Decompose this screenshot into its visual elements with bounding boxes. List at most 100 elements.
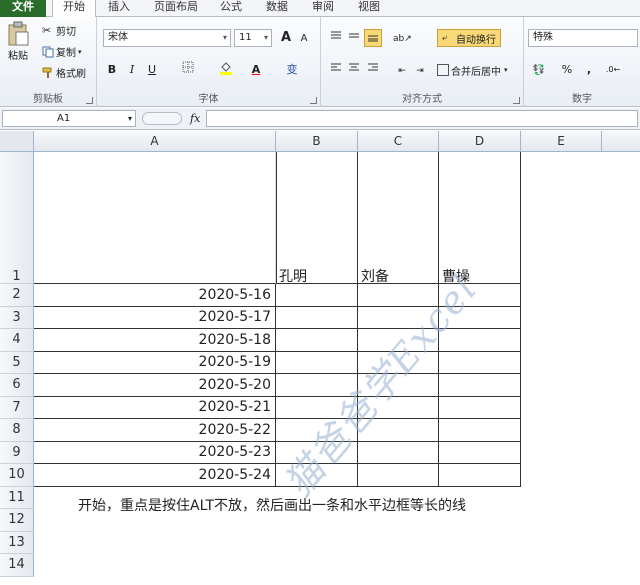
formula-bar-resize-handle[interactable] (142, 112, 182, 125)
bold-button[interactable]: B (103, 61, 121, 79)
cell-b4[interactable] (276, 329, 358, 352)
cell-a1[interactable] (34, 152, 276, 284)
row-header-13[interactable]: 13 (0, 532, 34, 554)
cell-c10[interactable] (358, 464, 439, 487)
cell-b3[interactable] (276, 307, 358, 329)
cell-a7[interactable]: 2020-5-21 (34, 397, 276, 419)
align-center-button[interactable] (345, 61, 363, 79)
cell-b1[interactable]: 孔明 (276, 152, 358, 285)
row-header-1[interactable]: 1 (0, 152, 34, 284)
shrink-font-button[interactable]: A (295, 30, 313, 48)
orientation-button[interactable]: ab↗ (393, 29, 412, 47)
cell-d10[interactable] (439, 464, 521, 487)
align-middle-button[interactable] (345, 29, 363, 47)
accounting-button[interactable]: 💱 (530, 61, 548, 79)
font-color-button[interactable]: A (247, 61, 265, 79)
align-bottom-button[interactable] (364, 29, 382, 47)
worksheet-grid[interactable]: A B C D E 1 2 3 4 5 6 7 8 9 10 11 12 13 … (0, 131, 640, 585)
percent-button[interactable]: % (558, 61, 576, 79)
paste-button[interactable]: 粘贴 (6, 21, 30, 62)
cell-d6[interactable] (439, 374, 521, 397)
row-header-6[interactable]: 6 (0, 374, 34, 397)
wrap-text-label: 自动换行 (456, 34, 496, 46)
row-header-2[interactable]: 2 (0, 284, 34, 307)
column-header-a[interactable]: A (34, 131, 276, 152)
select-all-corner[interactable] (0, 131, 34, 152)
insert-function-button[interactable]: fx (190, 112, 200, 125)
currency-icon: 💱 (532, 65, 546, 76)
tab-file[interactable]: 文件 (0, 0, 46, 17)
tab-review[interactable]: 审阅 (306, 0, 340, 17)
tab-insert[interactable]: 插入 (100, 0, 138, 17)
row-header-4[interactable]: 4 (0, 329, 34, 352)
row-header-11[interactable]: 11 (0, 487, 34, 509)
row-header-9[interactable]: 9 (0, 442, 34, 464)
italic-button[interactable]: I (123, 61, 141, 79)
column-header-b[interactable]: B (276, 131, 358, 152)
cut-button[interactable]: ✂ 剪切 (42, 23, 76, 38)
merge-center-button[interactable]: 合并后居中 ▾ (437, 61, 508, 79)
tab-data[interactable]: 数据 (260, 0, 294, 17)
format-painter-button[interactable]: 格式刷 (42, 65, 86, 80)
row-header-8[interactable]: 8 (0, 419, 34, 442)
phonetic-button[interactable]: 变 (283, 61, 301, 79)
cell-d7[interactable] (439, 397, 521, 419)
cell-a4[interactable]: 2020-5-18 (34, 329, 276, 352)
cell-c9[interactable] (358, 442, 439, 464)
tab-page-layout[interactable]: 页面布局 (148, 0, 204, 17)
copy-button[interactable]: 复制 ▾ (42, 44, 82, 59)
grow-font-button[interactable]: A (277, 29, 295, 47)
borders-icon (182, 61, 194, 73)
cell-a2[interactable]: 2020-5-16 (34, 284, 276, 307)
column-header-c[interactable]: C (358, 131, 439, 152)
tab-view[interactable]: 视图 (352, 0, 386, 17)
align-right-icon (368, 63, 378, 71)
column-header-e[interactable]: E (521, 131, 602, 152)
increase-decimal-button[interactable]: .0← (604, 61, 622, 79)
name-box[interactable]: A1 ▾ (2, 110, 136, 127)
borders-button[interactable] (179, 61, 197, 79)
cell-a9[interactable]: 2020-5-23 (34, 442, 276, 464)
cell-d9[interactable] (439, 442, 521, 464)
row-header-7[interactable]: 7 (0, 397, 34, 419)
comma-button[interactable]: , (580, 61, 598, 79)
font-launcher-icon[interactable] (310, 97, 317, 104)
cell-a3[interactable]: 2020-5-17 (34, 307, 276, 329)
row-header-10[interactable]: 10 (0, 464, 34, 487)
alignment-launcher-icon[interactable] (513, 97, 520, 104)
chevron-down-icon: ▾ (127, 114, 132, 123)
fill-color-button[interactable] (217, 61, 235, 79)
row-header-12[interactable]: 12 (0, 509, 34, 532)
decrease-indent-button[interactable]: ⇤ (393, 61, 411, 79)
cell-d5[interactable] (439, 352, 521, 374)
number-format-select[interactable]: 特殊 (528, 29, 638, 47)
underline-button[interactable]: U (143, 61, 161, 79)
font-name-select[interactable]: 宋体 ▾ (103, 29, 231, 47)
align-left-button[interactable] (327, 61, 345, 79)
outdent-icon: ⇤ (398, 66, 406, 76)
formula-input[interactable] (206, 110, 638, 127)
cell-a5[interactable]: 2020-5-19 (34, 352, 276, 374)
align-right-button[interactable] (364, 61, 382, 79)
wrap-text-button[interactable]: ⤶ 自动换行 (437, 29, 501, 47)
tab-formulas[interactable]: 公式 (214, 0, 248, 17)
align-top-button[interactable] (327, 29, 345, 47)
cell-b2[interactable] (276, 284, 358, 307)
column-header-d[interactable]: D (439, 131, 521, 152)
font-size-select[interactable]: 11 ▾ (234, 29, 272, 47)
increase-indent-button[interactable]: ⇥ (411, 61, 429, 79)
row-header-14[interactable]: 14 (0, 554, 34, 577)
row-header-5[interactable]: 5 (0, 352, 34, 374)
cell-d8[interactable] (439, 419, 521, 442)
paintbrush-icon (42, 67, 52, 78)
merge-center-label: 合并后居中 (451, 66, 501, 78)
cell-c1[interactable]: 刘备 (358, 152, 439, 285)
cell-a6[interactable]: 2020-5-20 (34, 374, 276, 397)
row-header-3[interactable]: 3 (0, 307, 34, 329)
clipboard-launcher-icon[interactable] (86, 97, 93, 104)
column-header-f[interactable] (602, 131, 640, 152)
cell-b5[interactable] (276, 352, 358, 374)
cell-a8[interactable]: 2020-5-22 (34, 419, 276, 442)
tab-home[interactable]: 开始 (52, 0, 96, 18)
cell-a10[interactable]: 2020-5-24 (34, 464, 276, 487)
